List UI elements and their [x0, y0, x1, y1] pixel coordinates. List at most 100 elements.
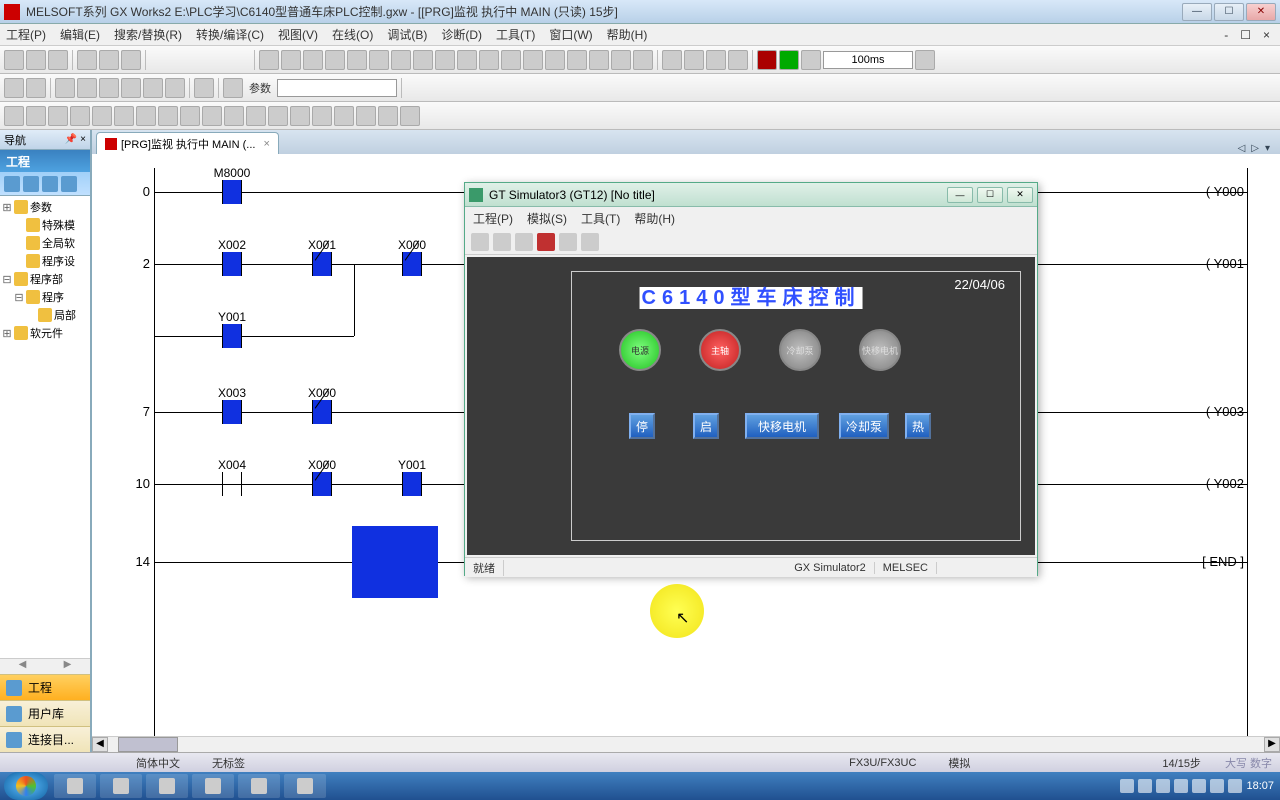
- toolbar-btn[interactable]: [165, 78, 185, 98]
- toolbar-btn[interactable]: [728, 50, 748, 70]
- toolbar-btn[interactable]: [413, 50, 433, 70]
- maximize-button[interactable]: ☐: [1214, 3, 1244, 21]
- gt-titlebar[interactable]: GT Simulator3 (GT12) [No title] — ☐ ✕: [465, 183, 1037, 207]
- toolbar-btn[interactable]: [545, 50, 565, 70]
- hmi-lamp-主轴[interactable]: 主轴: [699, 329, 741, 371]
- toolbar-btn[interactable]: [662, 50, 682, 70]
- toolbar-btn[interactable]: [158, 106, 178, 126]
- search-icon[interactable]: [223, 78, 243, 98]
- toolbar-btn[interactable]: [290, 106, 310, 126]
- task-item[interactable]: [192, 774, 234, 798]
- toolbar-btn[interactable]: [611, 50, 631, 70]
- toolbar-btn[interactable]: [114, 106, 134, 126]
- gt-tool-icon[interactable]: [537, 233, 555, 251]
- toolbar-btn[interactable]: [70, 106, 90, 126]
- tray-icon[interactable]: [1228, 779, 1242, 793]
- ladder-contact[interactable]: [222, 180, 242, 204]
- ladder-contact[interactable]: [402, 252, 422, 276]
- tree-item[interactable]: ⊟程序部: [2, 270, 88, 288]
- paste-icon[interactable]: [121, 50, 141, 70]
- ladder-contact[interactable]: [222, 252, 242, 276]
- ladder-contact[interactable]: [222, 472, 242, 496]
- hmi-button-冷却泵[interactable]: 冷却泵: [839, 413, 889, 439]
- gt-menu-tools[interactable]: 工具(T): [581, 210, 620, 227]
- gt-tool-icon[interactable]: [515, 233, 533, 251]
- task-item[interactable]: [100, 774, 142, 798]
- nav-tool-icon[interactable]: [61, 176, 77, 192]
- tree-item[interactable]: 全局软: [2, 234, 88, 252]
- toolbar-btn[interactable]: [26, 106, 46, 126]
- ladder-contact[interactable]: [402, 472, 422, 496]
- toolbar-btn[interactable]: [523, 50, 543, 70]
- hmi-button-快移电机[interactable]: 快移电机: [745, 413, 819, 439]
- nav-section-工程[interactable]: 工程: [0, 674, 90, 700]
- toolbar-btn[interactable]: [684, 50, 704, 70]
- toolbar-btn[interactable]: [801, 50, 821, 70]
- gt-simulator-window[interactable]: GT Simulator3 (GT12) [No title] — ☐ ✕ 工程…: [464, 182, 1038, 576]
- pin-icon[interactable]: 📌 ×: [65, 134, 86, 145]
- toolbar-btn[interactable]: [435, 50, 455, 70]
- ladder-contact[interactable]: [222, 400, 242, 424]
- toolbar-btn[interactable]: [224, 106, 244, 126]
- tab-next[interactable]: ▷: [1251, 143, 1259, 154]
- hmi-button-停[interactable]: 停: [629, 413, 655, 439]
- toolbar-btn[interactable]: [48, 106, 68, 126]
- toolbar-btn[interactable]: [121, 78, 141, 98]
- toolbar-btn[interactable]: [268, 106, 288, 126]
- ladder-output[interactable]: ( Y001: [1206, 256, 1244, 271]
- tree-item[interactable]: 特殊模: [2, 216, 88, 234]
- toolbar-btn[interactable]: [246, 106, 266, 126]
- menu-diagnose[interactable]: 诊断(D): [441, 26, 482, 43]
- menu-compile[interactable]: 转换/编译(C): [196, 26, 264, 43]
- toolbar-btn[interactable]: [479, 50, 499, 70]
- scroll-right[interactable]: ▶: [45, 659, 90, 674]
- tray-time[interactable]: 18:07: [1246, 780, 1274, 792]
- toolbar-btn[interactable]: [325, 50, 345, 70]
- save-icon[interactable]: [48, 50, 68, 70]
- nav-section-用户库[interactable]: 用户库: [0, 700, 90, 726]
- task-item[interactable]: [284, 774, 326, 798]
- tab-menu[interactable]: ▾: [1265, 143, 1270, 154]
- cut-icon[interactable]: [77, 50, 97, 70]
- ladder-output[interactable]: ( Y002: [1206, 476, 1244, 491]
- tray-icon[interactable]: [1138, 779, 1152, 793]
- tray-icon[interactable]: [1174, 779, 1188, 793]
- ladder-contact[interactable]: [312, 400, 332, 424]
- toolbar-btn[interactable]: [92, 106, 112, 126]
- menu-online[interactable]: 在线(O): [332, 26, 373, 43]
- ladder-output[interactable]: [ END ]: [1202, 554, 1244, 569]
- mdi-min[interactable]: -: [1220, 28, 1232, 42]
- task-item[interactable]: [238, 774, 280, 798]
- toolbar-btn[interactable]: [391, 50, 411, 70]
- toolbar-btn[interactable]: [281, 50, 301, 70]
- toolbar-btn[interactable]: [915, 50, 935, 70]
- toolbar-btn[interactable]: [378, 106, 398, 126]
- mdi-restore[interactable]: ☐: [1236, 28, 1255, 42]
- toolbar-btn[interactable]: [99, 78, 119, 98]
- param-combo[interactable]: [277, 79, 397, 97]
- gt-tool-icon[interactable]: [493, 233, 511, 251]
- close-button[interactable]: ✕: [1246, 3, 1276, 21]
- tree-item[interactable]: ⊟程序: [2, 288, 88, 306]
- copy-icon[interactable]: [99, 50, 119, 70]
- task-item[interactable]: [54, 774, 96, 798]
- tray-icon[interactable]: [1120, 779, 1134, 793]
- ladder-contact[interactable]: [312, 252, 332, 276]
- toolbar-btn[interactable]: [194, 78, 214, 98]
- tree-item[interactable]: 程序设: [2, 252, 88, 270]
- toolbar-btn[interactable]: [334, 106, 354, 126]
- toolbar-btn[interactable]: [26, 78, 46, 98]
- toolbar-btn[interactable]: [706, 50, 726, 70]
- gt-tool-icon[interactable]: [559, 233, 577, 251]
- toolbar-btn[interactable]: [589, 50, 609, 70]
- tab-close-icon[interactable]: ×: [263, 138, 269, 150]
- toolbar-btn[interactable]: [4, 106, 24, 126]
- toolbar-btn[interactable]: [312, 106, 332, 126]
- hmi-lamp-快移电机[interactable]: 快移电机: [859, 329, 901, 371]
- open-icon[interactable]: [26, 50, 46, 70]
- toolbar-btn[interactable]: [567, 50, 587, 70]
- horizontal-scrollbar[interactable]: ◀▶: [92, 736, 1280, 752]
- ladder-contact[interactable]: [222, 324, 242, 348]
- interval-input[interactable]: [823, 51, 913, 69]
- start-button[interactable]: [4, 772, 48, 800]
